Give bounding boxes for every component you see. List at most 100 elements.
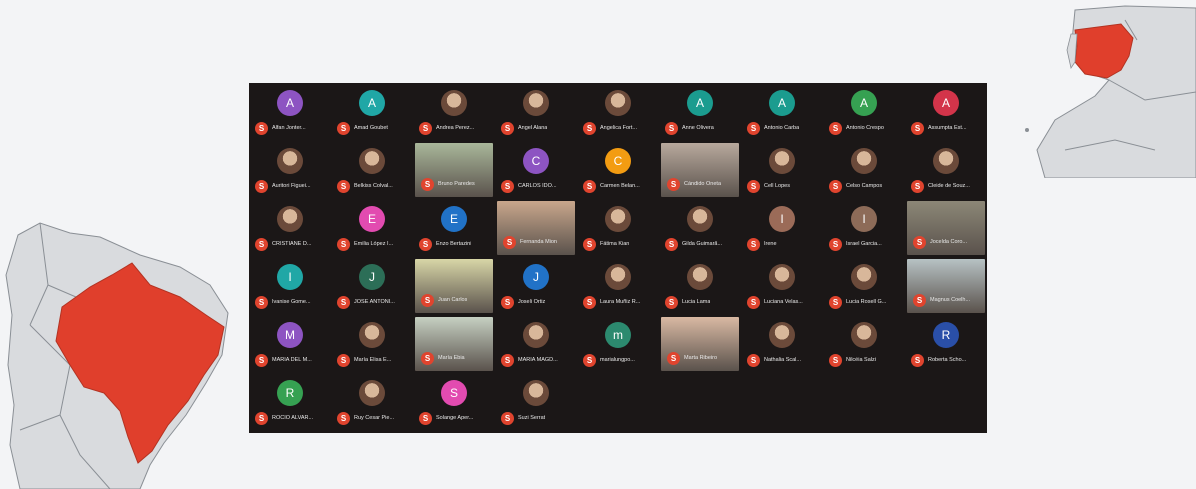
participant-tile[interactable]: S Juan Carlos — [415, 259, 493, 313]
participant-tile[interactable]: S Laura Muñiz R... — [577, 257, 659, 315]
participant-tile[interactable]: S Celso Campos — [823, 141, 905, 199]
participant-tile[interactable]: R S ROCIO ALVAR... — [249, 373, 331, 431]
avatar — [769, 264, 795, 290]
participant-name: María Elisa E... — [354, 357, 392, 363]
participant-name-row: S CRISTIANE D... — [255, 237, 327, 251]
participant-name-row: S Antonio Carba — [747, 121, 819, 135]
participant-tile[interactable]: S Angelica Fort... — [577, 83, 659, 141]
muted-mic-icon: S — [503, 235, 516, 249]
participant-tile[interactable]: m Smarialungpo... — [577, 315, 659, 373]
participant-name: Israel Garcia... — [846, 241, 882, 247]
participant-name: Andrea Perez... — [436, 125, 475, 131]
participant-tile[interactable]: A S Antonio Carba — [741, 83, 823, 141]
participant-name-row: S Angel Alana — [501, 121, 573, 135]
participant-tile[interactable]: S Suzi Serrat — [495, 373, 577, 431]
participant-tile[interactable]: S Magnus Coelh... — [907, 259, 985, 313]
muted-mic-icon: S — [665, 295, 678, 309]
participant-name-row: S Lucia Lama — [665, 295, 737, 309]
participant-tile[interactable]: A S Amad Goubet — [331, 83, 413, 141]
participant-name: Enzo Bertazini — [436, 241, 472, 247]
participant-tile[interactable]: R S Roberta Scho... — [905, 315, 987, 373]
participant-tile[interactable]: I S Irene — [741, 199, 823, 257]
participant-tile[interactable]: S Gilda Guimarã... — [659, 199, 741, 257]
participant-tile[interactable]: A S Anne Olivera — [659, 83, 741, 141]
avatar: I — [769, 206, 795, 232]
avatar: C — [605, 148, 631, 174]
participant-name-row: S Marta Ribeiro — [667, 351, 735, 365]
muted-mic-icon: S — [583, 237, 596, 251]
muted-mic-icon: S — [421, 177, 434, 191]
participant-tile[interactable]: S Belkiss Colval... — [331, 141, 413, 199]
participant-name-row: S Juan Carlos — [421, 293, 489, 307]
avatar — [851, 322, 877, 348]
participant-tile[interactable]: J S JOSE ANTONI... — [331, 257, 413, 315]
participant-name: Antonio Carba — [764, 125, 800, 131]
participant-tile[interactable]: S María Elisa E... — [331, 315, 413, 373]
participant-tile[interactable]: M S MARIA DEL M... — [249, 315, 331, 373]
participant-tile[interactable]: A S Alfan Jonter... — [249, 83, 331, 141]
muted-mic-icon: S — [337, 295, 350, 309]
participant-tile[interactable]: S Ruy Cesar Pie... — [331, 373, 413, 431]
participant-name-row: S Alfan Jonter... — [255, 121, 327, 135]
participant-tile[interactable]: S Marta Ribeiro — [661, 317, 739, 371]
participant-tile[interactable]: S CRISTIANE D... — [249, 199, 331, 257]
avatar — [359, 148, 385, 174]
avatar: M — [277, 322, 303, 348]
participant-name-row: S Joseli Ortiz — [501, 295, 573, 309]
muted-mic-icon: S — [829, 121, 842, 135]
participant-tile[interactable]: S S Solange Aper... — [413, 373, 495, 431]
participant-tile[interactable]: C S CARLOS IDO... — [495, 141, 577, 199]
avatar: S — [441, 380, 467, 406]
avatar — [769, 148, 795, 174]
participant-tile[interactable]: S Fátima Kian — [577, 199, 659, 257]
participant-tile[interactable]: S Nathalia Scal... — [741, 315, 823, 373]
participant-name-row: S Lucia Rosell G... — [829, 295, 901, 309]
participant-name-row: S Bruno Paredes — [421, 177, 489, 191]
participant-tile[interactable]: S Cleide de Souz... — [905, 141, 987, 199]
participant-tile[interactable]: S Luciana Velas... — [741, 257, 823, 315]
participant-name: Auritori Figuei... — [272, 183, 311, 189]
participant-tile[interactable]: S Nilcéia Salzi — [823, 315, 905, 373]
participant-tile[interactable]: C S Carmen Belan... — [577, 141, 659, 199]
participant-name: CRISTIANE D... — [272, 241, 312, 247]
participant-name: Angelica Fort... — [600, 125, 637, 131]
participant-name-row: S Israel Garcia... — [829, 237, 901, 251]
participant-name-row: S María Ebia — [421, 351, 489, 365]
participant-tile[interactable]: S MARIA MAGD... — [495, 315, 577, 373]
participant-tile[interactable]: E S Emilia López I... — [331, 199, 413, 257]
participant-name: Jocelda Coro... — [930, 239, 967, 245]
participant-name-row: S Jocelda Coro... — [913, 235, 981, 249]
participant-tile[interactable]: S Cell Lopes — [741, 141, 823, 199]
avatar: A — [687, 90, 713, 116]
participant-tile[interactable]: S Auritori Figuei... — [249, 141, 331, 199]
participant-tile[interactable]: S María Ebia — [415, 317, 493, 371]
participant-tile[interactable]: S Andrea Perez... — [413, 83, 495, 141]
empty-tile — [659, 373, 741, 431]
avatar — [523, 322, 549, 348]
participant-name: Assumpta Est... — [928, 125, 967, 131]
participant-name-row: S Magnus Coelh... — [913, 293, 981, 307]
participant-name-row: S Carmen Belan... — [583, 179, 655, 193]
participant-name: Suzi Serrat — [518, 415, 546, 421]
muted-mic-icon: S — [421, 293, 434, 307]
participant-tile[interactable]: S Fernanda Mion — [497, 201, 575, 255]
participant-tile[interactable]: I S Ivanise Gome... — [249, 257, 331, 315]
participant-tile[interactable]: A S Antonio Crespo — [823, 83, 905, 141]
muted-mic-icon: S — [913, 293, 926, 307]
participant-tile[interactable]: S Jocelda Coro... — [907, 201, 985, 255]
participant-name-row: S Auritori Figuei... — [255, 179, 327, 193]
participant-tile[interactable]: S Angel Alana — [495, 83, 577, 141]
participant-tile[interactable]: I S Israel Garcia... — [823, 199, 905, 257]
participant-name: Amad Goubet — [354, 125, 388, 131]
participant-tile[interactable]: S Lucia Rosell G... — [823, 257, 905, 315]
participant-tile[interactable]: S Bruno Paredes — [415, 143, 493, 197]
muted-mic-icon: S — [747, 295, 760, 309]
muted-mic-icon: S — [255, 295, 268, 309]
muted-mic-icon: S — [583, 121, 596, 135]
participant-tile[interactable]: J S Joseli Ortiz — [495, 257, 577, 315]
participant-tile[interactable]: E S Enzo Bertazini — [413, 199, 495, 257]
participant-tile[interactable]: S Cándido Oneta — [661, 143, 739, 197]
participant-tile[interactable]: S Lucia Lama — [659, 257, 741, 315]
muted-mic-icon: S — [829, 295, 842, 309]
participant-tile[interactable]: A S Assumpta Est... — [905, 83, 987, 141]
